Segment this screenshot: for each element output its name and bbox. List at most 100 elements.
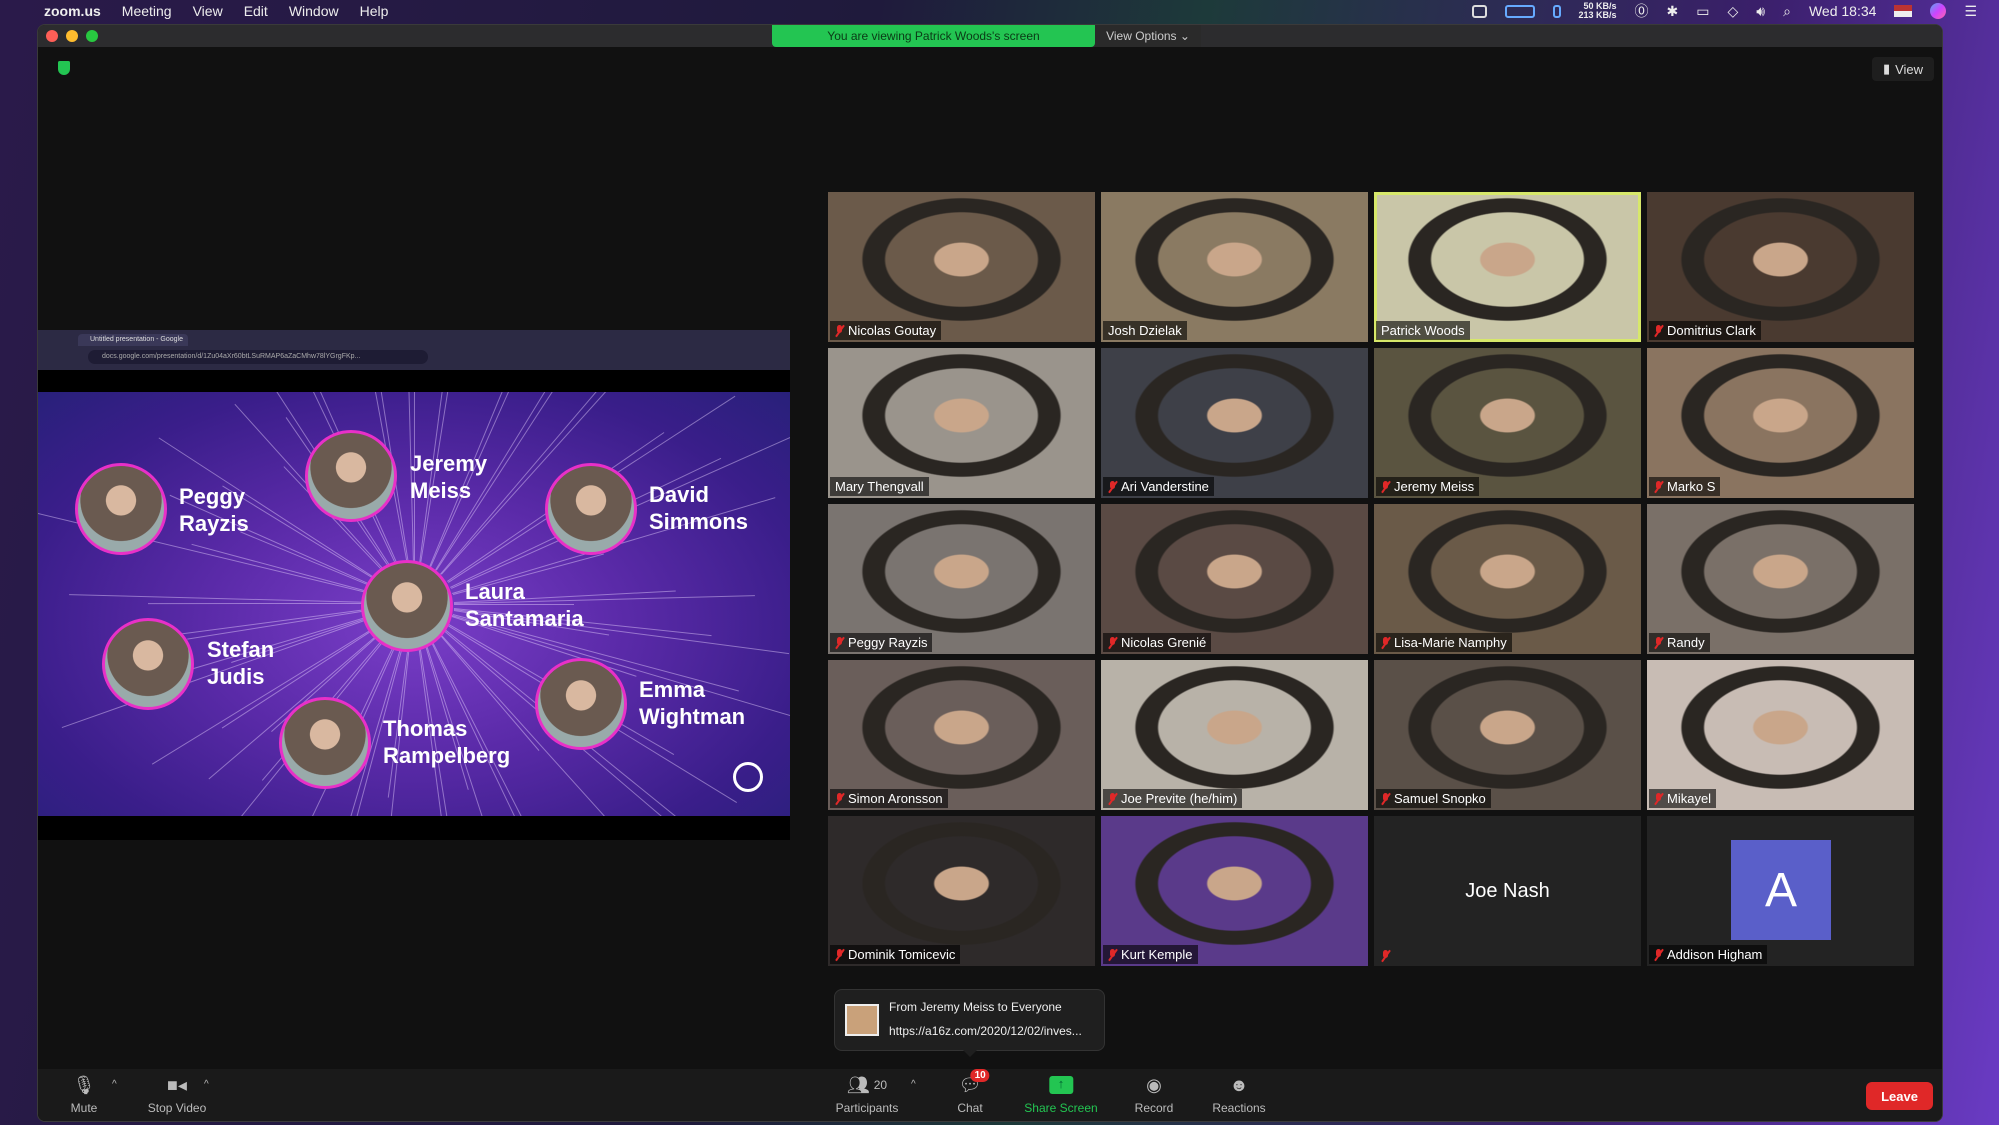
- fullscreen-window-button[interactable]: [86, 30, 98, 42]
- participant-tile[interactable]: Nicolas Goutay: [828, 192, 1095, 342]
- participants-icon: 👥︎: [846, 1074, 870, 1095]
- video-options-caret[interactable]: ^: [204, 1079, 209, 1090]
- participant-tile[interactable]: Joe Nash: [1374, 816, 1641, 966]
- participant-name-label: Mary Thengvall: [830, 477, 929, 496]
- muted-microphone-icon: [1654, 792, 1663, 805]
- participant-name: Mikayel: [1667, 791, 1712, 806]
- participant-name: Lisa-Marie Namphy: [1394, 635, 1507, 650]
- browser-tab[interactable]: Untitled presentation - Google: [78, 334, 188, 346]
- view-layout-button[interactable]: ▮ View: [1872, 57, 1934, 81]
- participant-name-label: Mikayel: [1649, 789, 1717, 808]
- participant-tile[interactable]: A Addison Higham: [1647, 816, 1914, 966]
- speaker-name: Thomas Rampelberg: [383, 715, 510, 769]
- search-icon[interactable]: ⌕: [1783, 3, 1791, 20]
- memory-meter-icon[interactable]: [1552, 4, 1561, 18]
- speaker-photo: [102, 618, 194, 710]
- close-window-button[interactable]: [46, 30, 58, 42]
- participant-tile[interactable]: Josh Dzielak: [1101, 192, 1368, 342]
- participant-tile[interactable]: Joe Previte (he/him): [1101, 660, 1368, 810]
- participant-tile[interactable]: Kurt Kemple: [1101, 816, 1368, 966]
- record-icon: ◉: [1146, 1074, 1162, 1095]
- star-ray: [147, 603, 374, 605]
- speaker-name: Peggy Rayzis: [179, 483, 249, 537]
- browser-chrome: Untitled presentation - Google docs.goog…: [38, 330, 790, 370]
- participant-tile[interactable]: Simon Aronsson: [828, 660, 1095, 810]
- speaker-photo: [361, 560, 453, 652]
- participant-name: Jeremy Meiss: [1394, 479, 1475, 494]
- volume-icon[interactable]: 🔊︎: [1756, 3, 1765, 20]
- chat-label: Chat: [957, 1101, 983, 1115]
- participant-name: Josh Dzielak: [1108, 323, 1182, 338]
- menu-edit[interactable]: Edit: [244, 3, 268, 19]
- menu-help[interactable]: Help: [360, 3, 389, 19]
- notification-center-icon[interactable]: ☰: [1964, 3, 1977, 20]
- speaker-first-name: Peggy: [179, 484, 246, 509]
- participant-tile[interactable]: Randy: [1647, 504, 1914, 654]
- participant-tile[interactable]: Mikayel: [1647, 660, 1914, 810]
- minimize-window-button[interactable]: [66, 30, 78, 42]
- participant-name: Ari Vanderstine: [1121, 479, 1209, 494]
- speaker-name: Jeremy Meiss: [410, 450, 487, 504]
- participant-tile[interactable]: Peggy Rayzis: [828, 504, 1095, 654]
- participant-name: Marko S: [1667, 479, 1716, 494]
- airplay-icon[interactable]: ▭: [1696, 3, 1709, 20]
- menu-app-name[interactable]: zoom.us: [44, 3, 101, 19]
- participant-tile[interactable]: Domitrius Clark: [1647, 192, 1914, 342]
- video-camera-icon: ■◂: [167, 1074, 187, 1095]
- participant-tile[interactable]: Dominik Tomicevic: [828, 816, 1095, 966]
- speaker-name: Laura Santamaria: [465, 578, 584, 632]
- wifi-icon[interactable]: ◇: [1728, 3, 1739, 20]
- muted-microphone-icon: [835, 636, 844, 649]
- muted-microphone-icon: [835, 324, 844, 337]
- record-label: Record: [1134, 1101, 1174, 1115]
- participants-options-caret[interactable]: ^: [911, 1079, 916, 1090]
- record-button[interactable]: ◉ Record: [1134, 1073, 1174, 1116]
- speaker-last-name: Rayzis: [179, 511, 249, 536]
- password-manager-icon[interactable]: ⓪: [1635, 1, 1649, 21]
- speaker-photo: [535, 658, 627, 750]
- audio-options-caret[interactable]: ^: [112, 1079, 117, 1090]
- reactions-label: Reactions: [1212, 1101, 1266, 1115]
- layout-icon: ▮: [1882, 61, 1891, 76]
- participants-button[interactable]: 👥︎ 20 Participants: [836, 1073, 899, 1116]
- siri-icon[interactable]: [1930, 3, 1947, 19]
- participant-tile[interactable]: Nicolas Grenié: [1101, 504, 1368, 654]
- chat-unread-badge: 10: [970, 1069, 990, 1082]
- chat-button[interactable]: 💬︎ 10 Chat: [957, 1069, 990, 1115]
- speaker-photo: [545, 463, 637, 555]
- participant-name-label: Joe Previte (he/him): [1103, 789, 1243, 808]
- participant-name-label: Domitrius Clark: [1649, 321, 1761, 340]
- menu-view[interactable]: View: [193, 3, 223, 19]
- shared-screen[interactable]: Untitled presentation - Google docs.goog…: [38, 330, 790, 840]
- participant-tile[interactable]: Mary Thengvall: [828, 348, 1095, 498]
- reactions-button[interactable]: ☻ Reactions: [1212, 1073, 1266, 1116]
- network-meter[interactable]: 50 KB/s 213 KB/s: [1579, 2, 1617, 20]
- leave-button[interactable]: Leave: [1866, 1082, 1933, 1110]
- chat-bubble-icon: 💬︎ 10: [959, 1069, 990, 1097]
- menu-window[interactable]: Window: [289, 3, 339, 19]
- participant-tile[interactable]: Jeremy Meiss: [1374, 348, 1641, 498]
- participant-tile[interactable]: Ari Vanderstine: [1101, 348, 1368, 498]
- encryption-shield-icon[interactable]: [58, 61, 70, 75]
- participant-tile[interactable]: Lisa-Marie Namphy: [1374, 504, 1641, 654]
- participant-name-label: Samuel Snopko: [1376, 789, 1491, 808]
- view-options-button[interactable]: View Options ⌄: [1095, 25, 1201, 47]
- participant-name-label: Simon Aronsson: [830, 789, 948, 808]
- participant-tile[interactable]: Samuel Snopko: [1374, 660, 1641, 810]
- browser-url-bar[interactable]: docs.google.com/presentation/d/1Zu04aXr6…: [88, 350, 428, 364]
- participant-tile[interactable]: Marko S: [1647, 348, 1914, 498]
- zoom-status-icon[interactable]: [1471, 4, 1487, 18]
- clock[interactable]: Wed 18:34: [1809, 3, 1876, 19]
- stop-video-button[interactable]: ■◂ Stop Video: [148, 1073, 207, 1116]
- speaker-last-name: Santamaria: [465, 606, 584, 631]
- chat-notification[interactable]: From Jeremy Meiss to Everyone https://a1…: [834, 989, 1105, 1057]
- cpu-meter-icon[interactable]: [1504, 4, 1535, 18]
- participant-name-label: Patrick Woods: [1376, 321, 1470, 340]
- us-flag-icon[interactable]: [1894, 5, 1913, 17]
- mute-button[interactable]: 🎙︎ Mute: [71, 1073, 98, 1116]
- participant-name-label: Dominik Tomicevic: [830, 945, 961, 964]
- bluetooth-icon[interactable]: ✱: [1667, 3, 1679, 20]
- menu-meeting[interactable]: Meeting: [122, 3, 172, 19]
- share-screen-button[interactable]: ↑ Share Screen: [1024, 1073, 1098, 1115]
- participant-tile[interactable]: Patrick Woods: [1374, 192, 1641, 342]
